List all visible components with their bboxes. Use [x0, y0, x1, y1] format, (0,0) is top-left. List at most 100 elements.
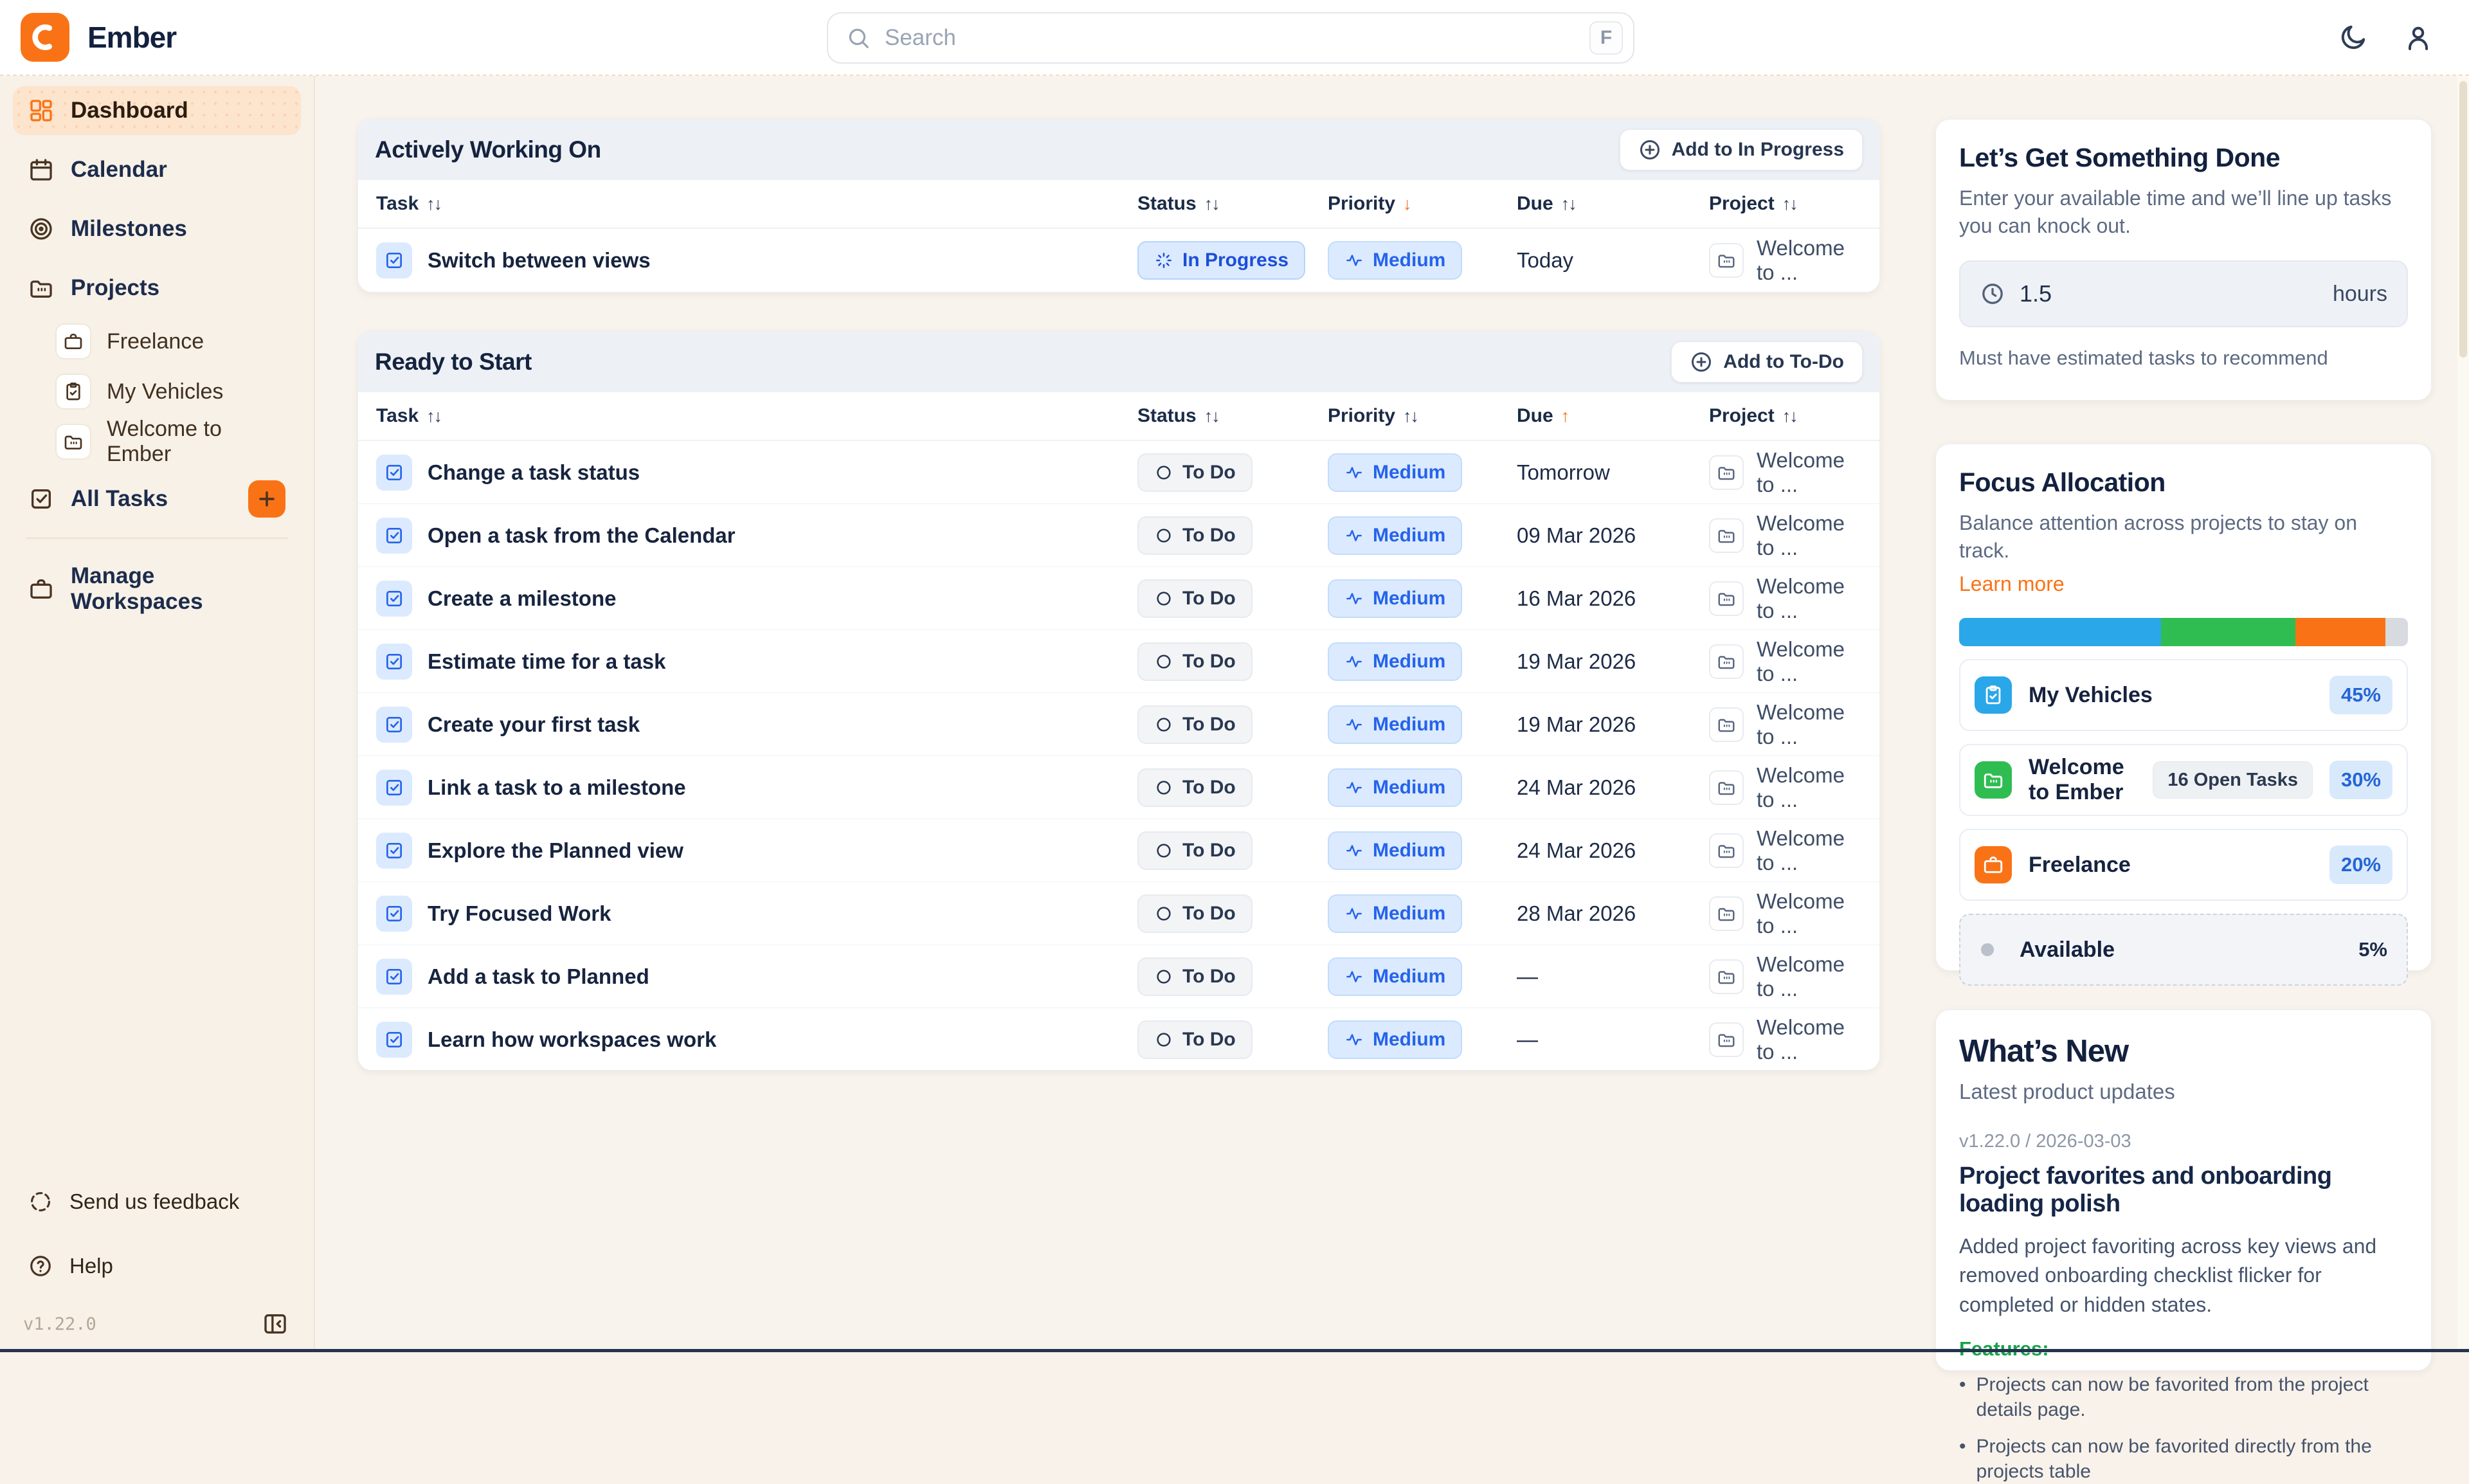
focus-title: Focus Allocation: [1959, 467, 2408, 498]
sidebar-item-all-tasks[interactable]: All Tasks: [13, 475, 301, 523]
project-folder-icon: [1709, 770, 1744, 805]
project-label: Welcome to ...: [1757, 448, 1861, 497]
table-row[interactable]: Add a task to PlannedTo DoMedium—Welcome…: [358, 945, 1879, 1008]
sidebar-item-feedback[interactable]: Send us feedback: [13, 1181, 301, 1222]
priority-badge[interactable]: Medium: [1328, 957, 1462, 996]
dark-mode-toggle[interactable]: [2333, 18, 2373, 58]
column-header-priority[interactable]: Priority↑↓: [1328, 405, 1517, 427]
recommend-title: Let’s Get Something Done: [1959, 143, 2408, 173]
column-header-priority[interactable]: Priority↓: [1328, 193, 1517, 215]
priority-badge[interactable]: Medium: [1328, 579, 1462, 618]
task-label: Learn how workspaces work: [428, 1027, 716, 1052]
sidebar-item-dashboard[interactable]: Dashboard: [13, 86, 301, 135]
due-cell: Today: [1517, 248, 1709, 273]
status-badge[interactable]: To Do: [1137, 894, 1253, 933]
column-header-task[interactable]: Task↑↓: [376, 193, 1137, 215]
sidebar-project-welcome-to-ember[interactable]: Welcome to Ember: [55, 421, 288, 463]
section-actively-working-on: Actively Working On Add to In Progress T…: [357, 119, 1880, 293]
release-meta: v1.22.0 / 2026-03-03: [1959, 1131, 2408, 1152]
add-to-todo-button[interactable]: Add to To-Do: [1671, 341, 1863, 383]
priority-badge[interactable]: Medium: [1328, 705, 1462, 744]
search-input[interactable]: Search F: [827, 12, 1634, 64]
recommend-subtitle: Enter your available time and we’ll line…: [1959, 185, 2408, 240]
sidebar-item-projects[interactable]: Projects: [13, 264, 301, 312]
task-label: Estimate time for a task: [428, 649, 665, 674]
focus-subtitle: Balance attention across projects to sta…: [1959, 509, 2408, 565]
column-header-due[interactable]: Due↑: [1517, 405, 1709, 427]
hours-input[interactable]: 1.5 hours: [1959, 260, 2408, 327]
sidebar-item-help[interactable]: Help: [13, 1245, 301, 1287]
table-row[interactable]: Switch between viewsIn ProgressMediumTod…: [358, 229, 1879, 292]
table-row[interactable]: Open a task from the Calendar To Do Medium…: [358, 504, 1879, 567]
briefcase-icon: [28, 576, 54, 602]
priority-badge[interactable]: Medium: [1328, 831, 1462, 870]
project-label: Welcome to ...: [1757, 236, 1861, 285]
table-row[interactable]: Create your first taskTo DoMedium19 Mar …: [358, 693, 1879, 756]
page-scrollbar[interactable]: [2457, 76, 2469, 1349]
status-badge[interactable]: To Do: [1137, 516, 1253, 555]
user-menu-button[interactable]: [2398, 18, 2438, 58]
priority-badge[interactable]: Medium: [1328, 768, 1462, 807]
column-header-project[interactable]: Project↑↓: [1709, 405, 1861, 427]
learn-more-link[interactable]: Learn more: [1959, 572, 2065, 596]
status-badge[interactable]: To Do: [1137, 831, 1253, 870]
column-header-task[interactable]: Task↑↓: [376, 405, 1137, 427]
release-title: Project favorites and onboarding loading…: [1959, 1163, 2408, 1218]
scrollbar-thumb[interactable]: [2459, 81, 2467, 357]
add-task-button[interactable]: [248, 480, 285, 518]
sidebar-project-my-vehicles[interactable]: My Vehicles: [55, 370, 288, 413]
status-badge[interactable]: To Do: [1137, 453, 1253, 492]
priority-badge[interactable]: Medium: [1328, 1020, 1462, 1059]
table-row[interactable]: Estimate time for a taskTo DoMedium19 Ma…: [358, 630, 1879, 693]
table-row[interactable]: Learn how workspaces workTo DoMedium—Wel…: [358, 1008, 1879, 1071]
priority-badge[interactable]: Medium: [1328, 516, 1462, 555]
add-to-in-progress-button[interactable]: Add to In Progress: [1620, 129, 1863, 170]
task-label: Open a task from the Calendar: [428, 523, 736, 548]
task-label: Explore the Planned view: [428, 838, 683, 863]
column-header-project[interactable]: Project↑↓: [1709, 193, 1861, 215]
project-label: Welcome to ...: [1757, 952, 1861, 1001]
table-row[interactable]: Change a task statusTo DoMediumTomorrowW…: [358, 441, 1879, 504]
search-shortcut-badge: F: [1589, 21, 1623, 55]
collapse-sidebar-button[interactable]: [260, 1308, 291, 1339]
project-label: Welcome to ...: [1757, 511, 1861, 560]
focus-row-available[interactable]: Available5%: [1959, 914, 2408, 986]
table-row[interactable]: Link a task to a milestoneTo DoMedium24 …: [358, 756, 1879, 819]
due-cell: 28 Mar 2026: [1517, 901, 1709, 926]
priority-badge[interactable]: Medium: [1328, 241, 1462, 280]
table-header: Task↑↓Status↑↓Priority↑↓Due↑Project↑↓: [358, 392, 1879, 441]
sidebar-project-freelance[interactable]: Freelance: [55, 320, 288, 363]
task-icon: [376, 833, 412, 869]
table-row[interactable]: Try Focused WorkTo DoMedium28 Mar 2026We…: [358, 882, 1879, 945]
search-placeholder: Search: [885, 25, 1575, 51]
sort-icon: ↑↓: [1782, 194, 1797, 214]
status-badge[interactable]: In Progress: [1137, 241, 1305, 280]
priority-badge[interactable]: Medium: [1328, 894, 1462, 933]
status-badge[interactable]: To Do: [1137, 579, 1253, 618]
column-header-status[interactable]: Status↑↓: [1137, 193, 1328, 215]
sort-icon: ↑↓: [426, 406, 441, 426]
column-header-status[interactable]: Status↑↓: [1137, 405, 1328, 427]
table-row[interactable]: Explore the Planned viewTo DoMedium24 Ma…: [358, 819, 1879, 882]
priority-badge[interactable]: Medium: [1328, 642, 1462, 681]
focus-row-welcome-to-ember[interactable]: Welcome to Ember16 Open Tasks30%: [1959, 744, 2408, 816]
due-cell: —: [1517, 964, 1709, 989]
sidebar-item-milestones[interactable]: Milestones: [13, 204, 301, 253]
focus-row-my-vehicles[interactable]: My Vehicles45%: [1959, 659, 2408, 731]
sidebar-item-calendar[interactable]: Calendar: [13, 145, 301, 194]
task-icon: [376, 959, 412, 995]
priority-badge[interactable]: Medium: [1328, 453, 1462, 492]
focus-bar-segment-available: [2385, 618, 2408, 646]
status-badge[interactable]: To Do: [1137, 642, 1253, 681]
help-icon: [28, 1254, 53, 1278]
column-header-due[interactable]: Due↑↓: [1517, 193, 1709, 215]
table-row[interactable]: Create a milestoneTo DoMedium16 Mar 2026…: [358, 567, 1879, 630]
due-cell: Tomorrow: [1517, 460, 1709, 485]
status-badge[interactable]: To Do: [1137, 705, 1253, 744]
sidebar-item-manage-workspaces[interactable]: Manage Workspaces: [13, 565, 301, 613]
status-badge[interactable]: To Do: [1137, 1020, 1253, 1059]
status-badge[interactable]: To Do: [1137, 957, 1253, 996]
status-badge[interactable]: To Do: [1137, 768, 1253, 807]
focus-row-freelance[interactable]: Freelance20%: [1959, 829, 2408, 901]
dashed-circle-icon: [28, 1190, 53, 1214]
